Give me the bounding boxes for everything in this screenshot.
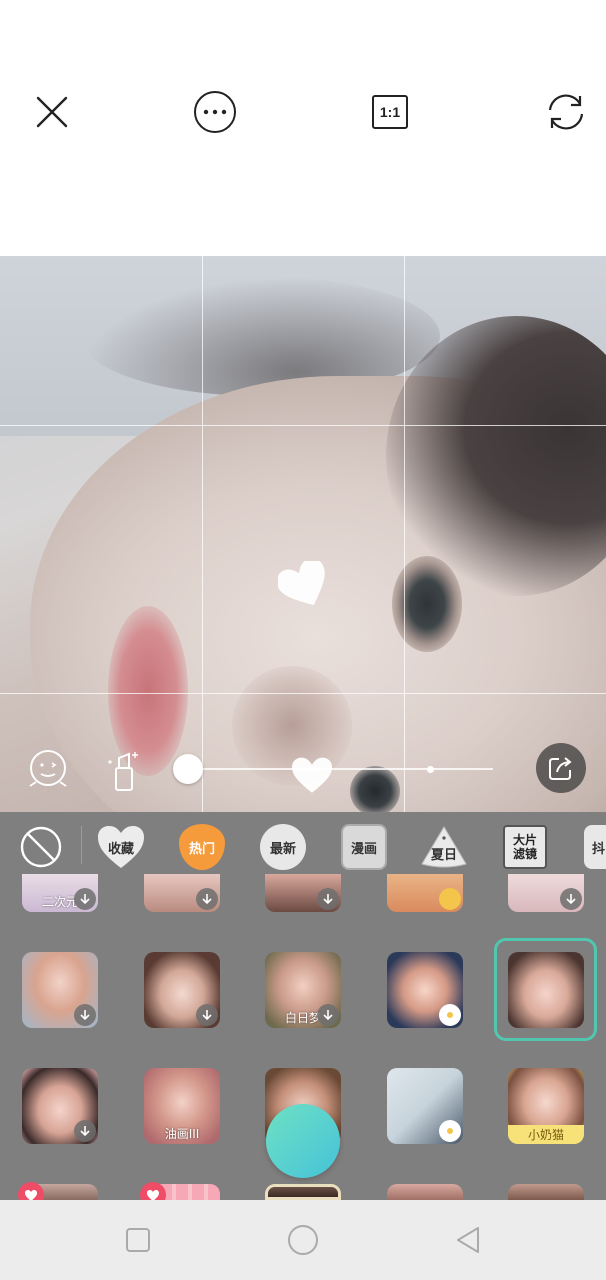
download-icon — [196, 1004, 218, 1026]
tab-comic-label: 漫画 — [350, 841, 377, 857]
sticker-thumbnail — [268, 1187, 338, 1197]
tab-summer[interactable]: 夏日 — [420, 824, 468, 870]
aspect-ratio-button[interactable]: 1:1 — [366, 88, 414, 136]
filter-tabs: 收藏 热门 最新 漫画 夏日 大片 滤镜 抖 — [0, 812, 606, 880]
system-nav-bar — [0, 1200, 606, 1280]
tab-none[interactable] — [18, 824, 64, 870]
download-icon — [560, 888, 582, 910]
download-icon — [196, 888, 218, 910]
shutter-button[interactable] — [266, 1104, 340, 1178]
circle-icon: 最新 — [260, 824, 306, 870]
sticker-item[interactable] — [387, 1184, 463, 1200]
tab-newest-label: 最新 — [269, 841, 296, 857]
tab-divider — [81, 826, 82, 864]
sticker-item[interactable] — [508, 1184, 584, 1200]
selected-sticker-frame — [494, 938, 597, 1041]
sticker-item[interactable] — [22, 952, 98, 1028]
tab-comic[interactable]: 漫画 — [341, 824, 387, 870]
beauty-slider-thumb[interactable] — [173, 754, 203, 784]
circle-home-icon — [288, 1225, 318, 1255]
film-icon: 大片 滤镜 — [503, 825, 547, 869]
home-button[interactable] — [285, 1222, 321, 1258]
grid-line — [0, 425, 606, 426]
sticker-item[interactable] — [508, 874, 584, 912]
download-icon — [317, 1004, 339, 1026]
sticker-item[interactable] — [387, 874, 463, 912]
sticker-thumbnail — [508, 1184, 584, 1200]
face-shape-button[interactable] — [24, 746, 72, 794]
grid-line — [0, 693, 606, 694]
download-icon — [74, 1004, 96, 1026]
download-icon — [317, 888, 339, 910]
tab-summer-label: 夏日 — [430, 847, 457, 863]
square-icon — [126, 1228, 150, 1252]
sticker-item[interactable] — [22, 1068, 98, 1144]
sticker-item[interactable]: 二次元 — [22, 874, 98, 912]
sticker-item[interactable]: 油画III — [144, 1068, 220, 1144]
tab-newest[interactable]: 最新 — [260, 824, 306, 870]
beauty-slider-track[interactable] — [188, 768, 493, 770]
sticker-badge-icon — [439, 888, 461, 910]
heart-sticker-icon — [278, 561, 325, 606]
tab-film-label-2: 滤镜 — [512, 847, 537, 861]
close-icon — [36, 96, 68, 128]
comic-icon: 漫画 — [341, 824, 387, 870]
sticker-item[interactable]: 小奶猫 — [508, 1068, 584, 1144]
slider-default-marker — [427, 766, 434, 773]
switch-camera-button[interactable] — [542, 88, 590, 136]
tab-favorites-label: 收藏 — [107, 841, 134, 857]
tab-douyin-label: 抖 — [592, 841, 606, 857]
sticker-item[interactable]: 白日梦 — [265, 952, 341, 1028]
top-toolbar: 1:1 — [0, 0, 606, 256]
tab-hot[interactable]: 热门 — [178, 824, 226, 870]
sticker-item[interactable] — [144, 874, 220, 912]
sticker-item[interactable] — [387, 952, 463, 1028]
eye-image-2 — [350, 766, 400, 812]
tab-favorites-wrap: 收藏 — [96, 824, 146, 870]
makeup-icon — [108, 752, 138, 791]
douyin-icon: 抖 — [584, 825, 606, 869]
none-icon — [20, 826, 62, 868]
eye-image — [392, 556, 462, 652]
recents-button[interactable] — [120, 1222, 156, 1258]
download-icon — [74, 888, 96, 910]
back-triangle-icon — [457, 1227, 479, 1253]
sticker-label: 油画III — [164, 1127, 200, 1141]
more-button[interactable] — [191, 88, 239, 136]
camera-app: 1:1 收藏 热门 最新 漫画 夏日 大片 滤镜 抖 二次元 白日梦 油画III… — [0, 0, 606, 1280]
sticker-item[interactable] — [144, 952, 220, 1028]
sticker-item[interactable] — [387, 1068, 463, 1144]
more-icon — [194, 91, 236, 133]
grid-line — [404, 256, 405, 812]
share-button[interactable] — [536, 743, 586, 793]
heart-sticker-icon-2 — [292, 757, 332, 793]
tab-douyin[interactable]: 抖 — [584, 824, 606, 870]
flower-badge-icon — [439, 1004, 461, 1026]
tab-hot-label: 热门 — [188, 841, 215, 857]
switch-camera-icon — [548, 94, 584, 130]
makeup-button[interactable] — [104, 746, 144, 794]
sticker-item[interactable] — [265, 874, 341, 912]
face-shape-icon — [29, 750, 67, 787]
tab-favorites[interactable]: 收藏 — [96, 824, 146, 870]
camera-preview[interactable] — [0, 256, 606, 812]
aspect-ratio-label: 1:1 — [372, 95, 408, 129]
share-icon — [549, 757, 572, 780]
tab-film[interactable]: 大片 滤镜 — [502, 824, 548, 870]
flower-badge-icon — [439, 1120, 461, 1142]
close-button[interactable] — [28, 88, 76, 136]
sticker-thumbnail — [387, 1184, 463, 1200]
grid-line — [202, 256, 203, 812]
sticker-label: 小奶猫 — [508, 1125, 584, 1144]
tab-film-label-1: 大片 — [512, 833, 537, 847]
download-icon — [74, 1120, 96, 1142]
flame-icon: 热门 — [179, 824, 225, 870]
back-button[interactable] — [450, 1222, 486, 1258]
sticker-item[interactable] — [265, 1184, 341, 1200]
